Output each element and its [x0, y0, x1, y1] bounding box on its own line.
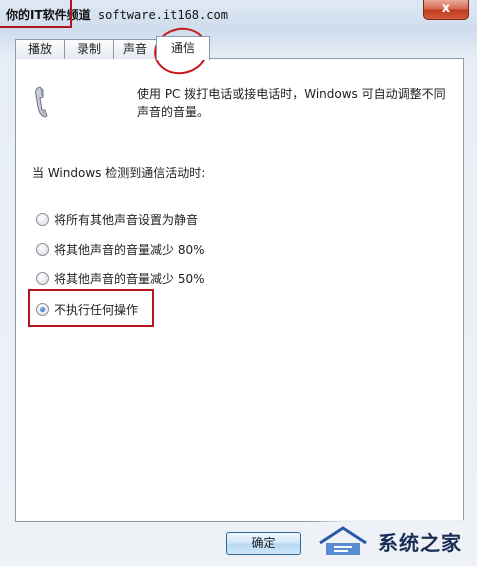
option-mute-all[interactable]: 将所有其他声音设置为静音	[36, 210, 198, 228]
radio-button[interactable]	[36, 271, 49, 285]
close-button[interactable]: x	[423, 0, 469, 20]
radio-button[interactable]	[36, 242, 49, 256]
tab-sounds[interactable]: 声音	[113, 39, 157, 59]
phone-handset-icon	[35, 86, 48, 118]
activity-prompt: 当 Windows 检测到通信活动时:	[32, 166, 206, 180]
watermark-site-url: software.it168.com	[97, 8, 228, 22]
house-logo-icon	[319, 526, 367, 555]
highlight-box-selected-option	[28, 289, 154, 327]
option-label: 将所有其他声音设置为静音	[54, 212, 199, 227]
communications-description: 使用 PC 拨打电话或接电话时，Windows 可自动调整不同声音的音量。	[137, 87, 446, 119]
radio-button[interactable]	[36, 212, 49, 226]
option-label: 将其他声音的音量减少 80%	[54, 242, 205, 257]
option-reduce-50[interactable]: 将其他声音的音量减少 50%	[36, 269, 205, 287]
option-label: 将其他声音的音量减少 50%	[54, 271, 205, 286]
site-logo-text: 系统之家	[378, 531, 462, 555]
tab-playback[interactable]: 播放	[15, 39, 65, 59]
option-reduce-80[interactable]: 将其他声音的音量减少 80%	[36, 240, 205, 258]
ok-button[interactable]: 确定	[226, 532, 301, 555]
highlight-box-watermark	[0, 0, 72, 28]
tab-communications[interactable]: 通信	[156, 36, 210, 60]
tab-recording[interactable]: 录制	[64, 39, 114, 59]
